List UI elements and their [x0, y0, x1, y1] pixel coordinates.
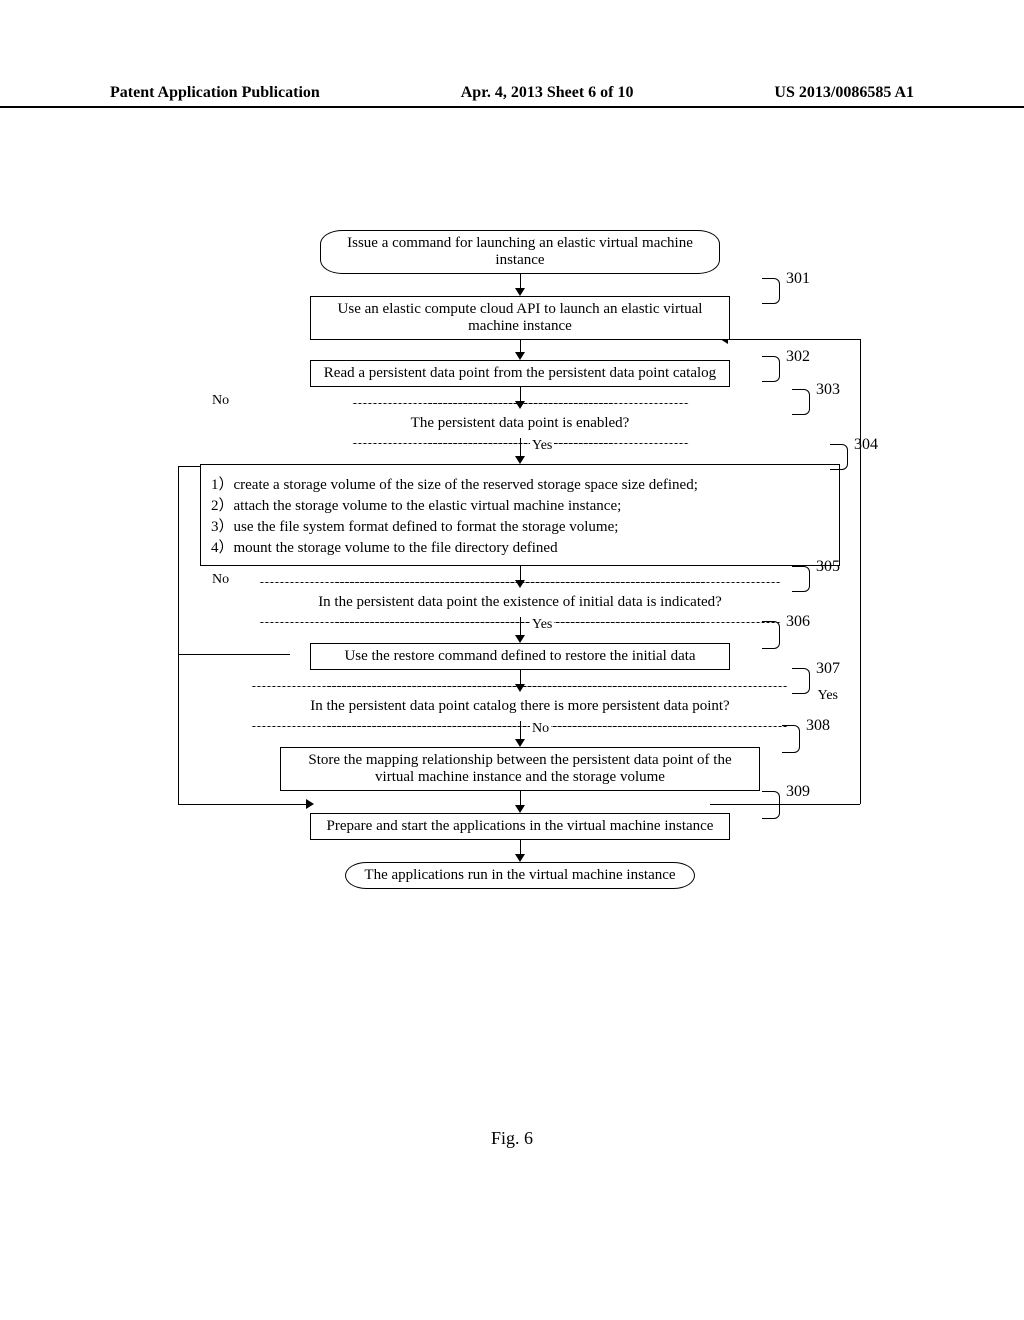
ref-hook-302 [762, 356, 780, 382]
arrow-into-307-icon [306, 799, 314, 809]
edge-303-304: Yes [170, 438, 870, 464]
ref-hook-309 [762, 791, 780, 819]
arrow-306-307-icon [515, 684, 525, 692]
arrow-309-end-icon [515, 854, 525, 862]
node-309: Prepare and start the applications in th… [170, 813, 870, 840]
node-308: Store the mapping relationship between t… [170, 747, 870, 791]
arrow-308-309-icon [515, 805, 525, 813]
page-header: Patent Application Publication Apr. 4, 2… [0, 84, 1024, 108]
node-304-line1: 1）create a storage volume of the size of… [211, 473, 829, 494]
ref-hook-303 [792, 389, 810, 415]
node-301-text: Use an elastic compute cloud API to laun… [338, 301, 703, 334]
node-306-text: Use the restore command defined to resto… [344, 648, 695, 664]
ref-309: 309 [786, 783, 810, 801]
edge-no-rail-into-307 [178, 804, 306, 805]
arrow-304-305-icon [515, 580, 525, 588]
header-left: Patent Application Publication [110, 84, 320, 102]
arrow-301-302-icon [515, 352, 525, 360]
edge-start-301 [520, 274, 521, 288]
node-307: In the persistent data point catalog the… [170, 692, 870, 721]
node-302-text: Read a persistent data point from the pe… [324, 365, 716, 381]
ref-307: 307 [816, 660, 840, 678]
ref-305: 305 [816, 558, 840, 576]
header-right: US 2013/0086585 A1 [774, 84, 914, 102]
label-303-yes: Yes [530, 438, 554, 454]
node-304-line4: 4）mount the storage volume to the file d… [211, 536, 829, 557]
node-305-text: In the persistent data point the existen… [318, 594, 722, 610]
node-305: In the persistent data point the existen… [170, 588, 870, 617]
ref-301: 301 [786, 270, 810, 288]
arrow-start-301-icon [515, 288, 525, 296]
label-305-no: No [210, 572, 231, 588]
page: Patent Application Publication Apr. 4, 2… [0, 0, 1024, 1320]
label-307-yes: Yes [816, 688, 840, 704]
label-305-yes: Yes [530, 617, 554, 633]
edge-302-303 [520, 387, 521, 401]
node-309-text: Prepare and start the applications in th… [327, 818, 714, 834]
flowchart: Issue a command for launching an elastic… [170, 230, 870, 889]
node-303-text: The persistent data point is enabled? [411, 415, 630, 431]
edge-309-end [520, 840, 521, 854]
node-303: The persistent data point is enabled? No… [170, 409, 870, 438]
ref-hook-304 [830, 444, 848, 470]
node-306: Use the restore command defined to resto… [170, 643, 870, 670]
ref-hook-305 [792, 566, 810, 592]
node-304-line2: 2）attach the storage volume to the elast… [211, 494, 829, 515]
node-end-text: The applications run in the virtual mach… [364, 867, 675, 883]
header-center: Apr. 4, 2013 Sheet 6 of 10 [461, 84, 634, 102]
label-307-no: No [530, 721, 551, 737]
node-307-text: In the persistent data point catalog the… [310, 698, 729, 714]
ref-303: 303 [816, 381, 840, 399]
node-302: Read a persistent data point from the pe… [170, 360, 870, 387]
ref-302: 302 [786, 348, 810, 366]
node-304-line3: 3）use the file system format defined to … [211, 515, 829, 536]
node-start: Issue a command for launching an elastic… [170, 230, 870, 274]
ref-hook-307 [792, 668, 810, 694]
ref-304: 304 [854, 436, 878, 454]
edge-304-305 [520, 566, 521, 580]
edge-307-yes-h [710, 804, 860, 805]
node-308-text: Store the mapping relationship between t… [308, 752, 731, 785]
edge-301-302 [520, 340, 521, 352]
ref-306: 306 [786, 613, 810, 631]
node-start-text: Issue a command for launching an elastic… [347, 235, 693, 268]
figure-caption: Fig. 6 [0, 1128, 1024, 1149]
edge-306-307 [520, 670, 521, 684]
label-303-no: No [210, 393, 231, 409]
ref-308: 308 [806, 717, 830, 735]
node-end: The applications run in the virtual mach… [170, 862, 870, 889]
edge-308-309 [520, 791, 521, 805]
edge-307-308: No [170, 721, 870, 747]
arrow-302-303-icon [515, 401, 525, 409]
ref-hook-308 [782, 725, 800, 753]
ref-hook-301 [762, 278, 780, 304]
node-301: Use an elastic compute cloud API to laun… [170, 296, 870, 340]
node-304: 1）create a storage volume of the size of… [170, 464, 870, 566]
ref-hook-306 [762, 621, 780, 649]
